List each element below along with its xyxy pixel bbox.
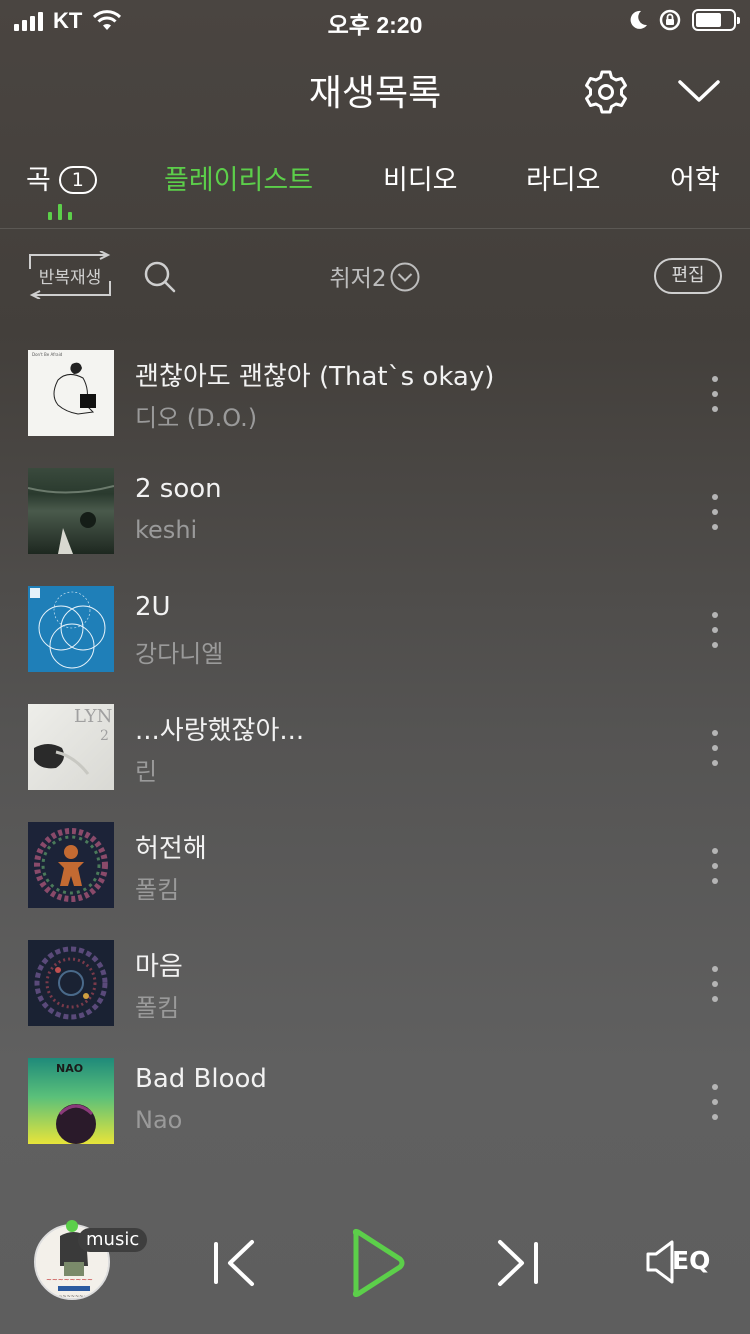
status-bar: KT 오후 2:20 [0, 0, 750, 40]
tab-language[interactable]: 어학 [670, 158, 720, 197]
song-title: 허전해 [135, 834, 207, 864]
tab-playlist[interactable]: 플레이리스트 [164, 158, 313, 197]
song-artist: 강다니엘 [135, 640, 224, 668]
edit-button[interactable]: 편집 [654, 258, 722, 294]
settings-gear-icon[interactable] [582, 68, 630, 116]
tab-bar: 곡1 플레이리스트 비디오 라디오 어학 [0, 150, 750, 228]
song-row[interactable]: 마음 폴킴 [0, 940, 750, 1028]
more-options-icon[interactable] [700, 730, 730, 766]
previous-track-icon[interactable] [210, 1238, 258, 1288]
page-title: 재생목록 [308, 73, 442, 114]
song-artist: Nao [135, 1106, 183, 1134]
album-cover [28, 940, 114, 1026]
song-artist: 폴킴 [135, 876, 180, 904]
album-cover [28, 822, 114, 908]
source-tag: music [78, 1228, 148, 1252]
song-title: 마음 [135, 952, 183, 982]
more-options-icon[interactable] [700, 376, 730, 412]
playlist-selector[interactable]: 취저2 [0, 259, 750, 293]
song-row[interactable]: 2U 강다니엘 [0, 586, 750, 674]
song-row[interactable]: NAO Bad Blood Nao [0, 1058, 750, 1146]
svg-text:2: 2 [100, 728, 109, 744]
tab-video[interactable]: 비디오 [383, 158, 458, 197]
rotation-lock-icon [659, 9, 681, 31]
more-options-icon[interactable] [700, 966, 730, 1002]
tab-divider [0, 228, 750, 229]
svg-text:~~~~~~~~~: ~~~~~~~~~ [54, 1294, 92, 1300]
eq-label: EQ [672, 1246, 711, 1275]
svg-text:LYN: LYN [74, 706, 112, 727]
song-artist: 린 [135, 758, 158, 786]
mini-player: ~~~~~~~~ ~~~~~~~~~ music EQ [0, 1200, 750, 1334]
album-cover: NAO [28, 1058, 114, 1144]
do-not-disturb-moon-icon [630, 10, 647, 29]
song-artist: 디오 (D.O.) [135, 404, 258, 432]
equalizer-button[interactable]: EQ [644, 1238, 714, 1286]
more-options-icon[interactable] [700, 612, 730, 648]
play-icon[interactable] [350, 1228, 406, 1298]
album-cover: Don't Be Afraid [28, 350, 114, 436]
song-artist: 폴킴 [135, 994, 180, 1022]
svg-text:NAO: NAO [56, 1062, 83, 1075]
song-title: 2U [135, 592, 171, 622]
more-options-icon[interactable] [700, 494, 730, 530]
song-row[interactable]: Don't Be Afraid 괜찮아도 괜찮아 (That`s okay) 디… [0, 350, 750, 438]
next-track-icon[interactable] [494, 1238, 542, 1288]
song-title: 2 soon [135, 474, 222, 504]
active-status-dot [66, 1220, 78, 1232]
more-options-icon[interactable] [700, 1084, 730, 1120]
chevron-down-circle-icon [390, 262, 420, 292]
tab-songs-label: 곡 [26, 165, 51, 196]
song-row[interactable]: 2 soon keshi [0, 468, 750, 556]
song-artist: keshi [135, 516, 198, 544]
song-title: ...사랑했잖아... [135, 716, 305, 746]
album-cover [28, 468, 114, 554]
more-options-icon[interactable] [700, 848, 730, 884]
album-cover: LYN 2 [28, 704, 114, 790]
svg-text:Don't Be Afraid: Don't Be Afraid [32, 352, 63, 357]
svg-text:~~~~~~~~: ~~~~~~~~ [46, 1276, 93, 1284]
battery-icon [692, 9, 740, 31]
album-cover [28, 586, 114, 672]
tab-radio[interactable]: 라디오 [526, 158, 601, 197]
song-row[interactable]: 허전해 폴킴 [0, 822, 750, 910]
now-playing-indicator-icon [48, 202, 72, 220]
playlist-name: 취저2 [329, 266, 387, 292]
chevron-down-icon[interactable] [676, 72, 722, 112]
tab-songs[interactable]: 곡1 [26, 158, 97, 197]
song-title: 괜찮아도 괜찮아 (That`s okay) [135, 362, 495, 392]
song-title: Bad Blood [135, 1064, 267, 1094]
tab-songs-count-badge: 1 [58, 166, 97, 194]
song-row[interactable]: LYN 2 ...사랑했잖아... 린 [0, 704, 750, 792]
